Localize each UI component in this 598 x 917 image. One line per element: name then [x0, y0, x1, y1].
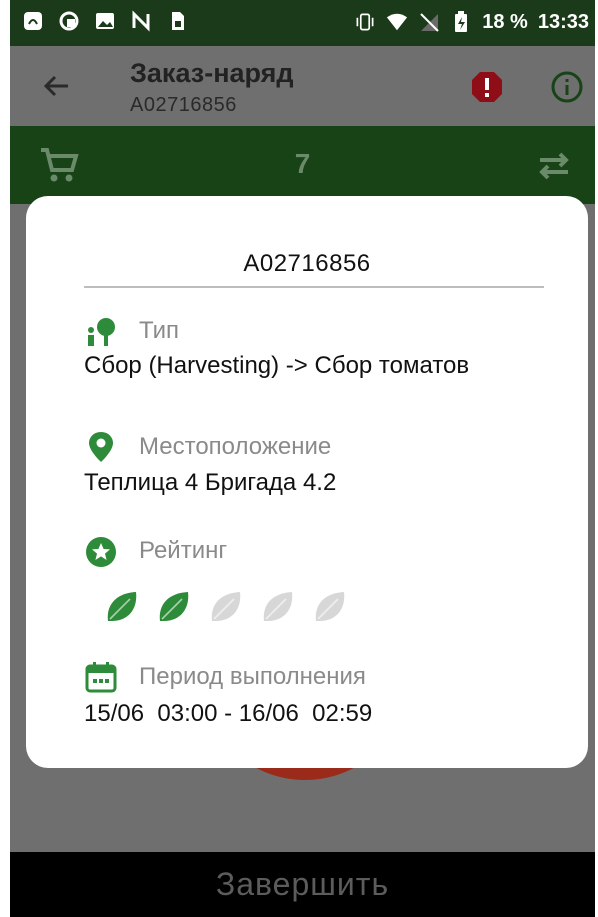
clock: 13:33 [537, 11, 589, 33]
no-signal-icon [418, 11, 440, 33]
battery-icon [450, 11, 472, 33]
location-pin-icon [84, 430, 118, 464]
app-notification-icon [22, 10, 44, 32]
wifi-icon [386, 11, 408, 33]
leaf-icon [258, 587, 298, 627]
calendar-icon [84, 660, 118, 694]
app-frame: 18 % 13:33 Заказ-наряд A02716856 7 Завер… [10, 0, 595, 917]
star-circle-icon [84, 535, 118, 569]
battery-percent: 18 % [482, 11, 528, 33]
sync-icon [58, 10, 80, 32]
order-details-dialog: A02716856 Тип Сбор (Harvesting) -> Сбор … [26, 196, 588, 768]
status-icons-right: 18 % 13:33 [354, 9, 589, 35]
order-toolbar: 7 [10, 126, 595, 204]
location-label: Местоположение [139, 433, 332, 460]
dialog-divider [84, 286, 544, 288]
page-subtitle: A02716856 [130, 94, 237, 116]
tree-person-icon [84, 316, 118, 350]
image-icon [94, 10, 116, 32]
page-title: Заказ-наряд [130, 58, 294, 88]
period-value: 15/06 03:00 - 16/06 02:59 [84, 700, 373, 727]
leaf-icon [102, 587, 142, 627]
type-label: Тип [139, 317, 180, 344]
location-value: Теплица 4 Бригада 4.2 [84, 469, 337, 496]
alert-icon[interactable] [470, 70, 504, 104]
item-count: 7 [294, 148, 311, 179]
finish-button[interactable]: Завершить [10, 866, 595, 903]
type-value: Сбор (Harvesting) -> Сбор томатов [84, 352, 470, 379]
arrow-left-icon[interactable] [38, 68, 74, 104]
n-icon [130, 10, 152, 32]
sim-card-icon [166, 10, 188, 32]
app-bar: Заказ-наряд A02716856 [10, 46, 595, 126]
period-label: Период выполнения [139, 663, 366, 690]
status-icons-left [22, 10, 188, 32]
leaf-icon [206, 587, 246, 627]
info-icon[interactable] [550, 70, 584, 104]
leaf-icon [154, 587, 194, 627]
leaf-icon [310, 587, 350, 627]
vibrate-icon [354, 11, 376, 33]
bottom-action-bar: Завершить [10, 852, 595, 917]
dialog-title: A02716856 [243, 250, 371, 277]
swap-icon[interactable] [534, 146, 574, 186]
status-bar: 18 % 13:33 [10, 0, 595, 46]
rating-label: Рейтинг [139, 537, 228, 564]
